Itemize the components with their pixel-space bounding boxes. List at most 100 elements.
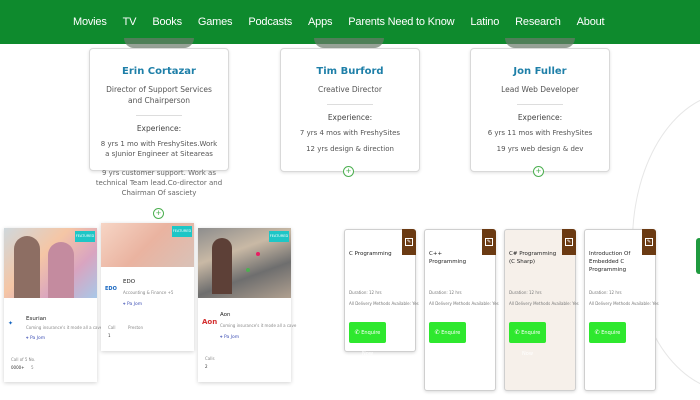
course-card-embedded-c[interactable]: ✎ Introduction Of Embedded C Programming…	[584, 229, 659, 391]
company-name: Aon	[220, 312, 231, 318]
location-label: Pa Jom	[29, 336, 46, 341]
nav-item-tv[interactable]: TV	[123, 16, 137, 28]
stat-value: 0000+	[11, 365, 25, 370]
nav-item-latino[interactable]: Latino	[470, 16, 499, 28]
person-figure	[14, 236, 40, 298]
insurance-card-aon[interactable]: FEATURED Aon Aon Coming insurance's it m…	[198, 228, 296, 382]
stat-value: 1	[108, 333, 111, 338]
card-image: FEATURED	[198, 228, 291, 298]
company-name: Esurian	[26, 316, 47, 322]
experience-line: 8 yrs 1 mo with FreshySites.Work a sJuni…	[100, 140, 218, 158]
company-description: Coming insurance's it mode all a cave +5	[26, 325, 110, 330]
experience-overflow-text: 9 yrs customer support. Work as technica…	[95, 169, 223, 197]
certificate-icon: ✎	[645, 238, 653, 246]
location-label: Pa Jom	[126, 302, 143, 307]
experience-line: 6 yrs 11 mos with FreshySites	[487, 129, 593, 137]
course-card-csharp[interactable]: ✎ C# Programming (C Sharp) Duration: 12 …	[504, 229, 579, 391]
course-card-c[interactable]: ✎ C Programming Duration: 12 hrs All Del…	[344, 229, 419, 357]
team-card-tim[interactable]: Tim Burford Creative Director Experience…	[280, 48, 420, 172]
company-description: Accounting & Finance +5	[123, 290, 174, 295]
team-member-title: Director of Support Services and Chairpe…	[106, 85, 212, 105]
team-member-name: Tim Burford	[316, 66, 384, 77]
expand-plus-icon[interactable]: +	[343, 166, 354, 177]
nav-item-movies[interactable]: Movies	[73, 16, 107, 28]
featured-badge: FEATURED	[269, 231, 289, 242]
team-member-title: Lead Web Developer	[501, 85, 579, 94]
nav-item-games[interactable]: Games	[198, 16, 233, 28]
course-tab: ✎	[482, 229, 496, 255]
course-delivery: All Delivery Methods Available: Yes	[349, 301, 419, 306]
course-card-cpp[interactable]: ✎ C++ Programming Duration: 12 hrs All D…	[424, 229, 499, 391]
enquire-label: Enquire Now	[521, 330, 541, 357]
divider	[517, 104, 563, 105]
enquire-label: Enquire Now	[361, 330, 381, 357]
insurance-card-edo[interactable]: FEATURED EDO EDO Accounting & Finance +5…	[101, 223, 194, 351]
location-pin[interactable]: ⌖ Pa Jom	[123, 301, 142, 307]
location-label: Pa Jom	[223, 335, 240, 340]
team-photo-jon	[505, 38, 575, 48]
company-logo: ✦	[8, 320, 14, 327]
nav-item-apps[interactable]: Apps	[308, 16, 332, 28]
expand-plus-icon[interactable]: +	[533, 166, 544, 177]
experience-label: Experience:	[136, 124, 182, 133]
enquire-now-button[interactable]: ✆ Enquire Now	[589, 322, 626, 357]
person-figure	[48, 242, 74, 298]
stat-label: Calls	[205, 356, 215, 361]
location-pin[interactable]: ⌖ Pa Jom	[26, 335, 45, 341]
company-name: EDO	[123, 279, 136, 285]
nav-item-about[interactable]: About	[577, 16, 605, 28]
team-card-erin[interactable]: Erin Cortazar Director of Support Servic…	[89, 48, 229, 171]
side-tab-handle[interactable]	[696, 238, 700, 274]
card-image: FEATURED	[101, 223, 194, 267]
page: Movies TV Books Games Podcasts Apps Pare…	[0, 0, 700, 400]
experience-label: Experience:	[327, 113, 373, 122]
course-duration: Duration: 12 hrs	[349, 290, 382, 295]
stat-value: 2	[205, 364, 208, 369]
course-tab: ✎	[402, 229, 416, 255]
climbing-hold	[246, 268, 250, 272]
team-member-name: Erin Cortazar	[122, 66, 196, 77]
experience-label: Experience:	[517, 113, 563, 122]
team-photo-tim	[314, 38, 384, 48]
course-delivery: All Delivery Methods Available: Yes	[589, 301, 659, 306]
course-title: Introduction Of Embedded C Programming	[589, 251, 631, 273]
company-logo: Aon	[202, 318, 218, 326]
expand-plus-icon[interactable]: +	[153, 208, 164, 219]
team-card-jon[interactable]: Jon Fuller Lead Web Developer Experience…	[470, 48, 610, 172]
person-figure	[212, 238, 232, 294]
divider	[136, 115, 182, 116]
experience-line: 12 yrs design & direction	[306, 145, 394, 153]
company-logo: EDO	[105, 286, 117, 292]
course-tab: ✎	[642, 229, 656, 255]
location-pin[interactable]: ⌖ Pa Jom	[220, 334, 239, 340]
featured-badge: FEATURED	[172, 226, 192, 237]
insurance-card-esurance[interactable]: FEATURED ✦ Esurian Coming insurance's it…	[4, 228, 110, 382]
stat-secondary: Preston	[128, 325, 143, 330]
climbing-hold	[256, 252, 260, 256]
team-member-title: Creative Director	[318, 85, 382, 94]
course-duration: Duration: 12 hrs	[429, 290, 462, 295]
company-description: Coming insurance's it mode all a cave	[220, 323, 297, 328]
featured-badge: FEATURED	[75, 231, 95, 242]
course-delivery: All Delivery Methods Available: Yes	[509, 301, 579, 306]
course-duration: Duration: 12 hrs	[589, 290, 622, 295]
enquire-now-button[interactable]: ✆ Enquire Now	[349, 322, 386, 357]
course-title: C++ Programming	[429, 251, 467, 265]
nav-item-podcasts[interactable]: Podcasts	[248, 16, 292, 28]
nav-item-books[interactable]: Books	[152, 16, 182, 28]
nav-item-parents-need-to-know[interactable]: Parents Need to Know	[348, 16, 454, 28]
stat-label: Call of 5 No.	[11, 357, 36, 362]
team-photo-erin	[124, 38, 194, 48]
enquire-now-button[interactable]: ✆ Enquire Now	[429, 322, 466, 357]
course-title: C Programming	[349, 251, 392, 257]
experience-line: 19 yrs web design & dev	[496, 145, 584, 153]
stat-secondary: 5	[31, 365, 34, 370]
enquire-now-button[interactable]: ✆ Enquire Now	[509, 322, 546, 357]
experience-line: 7 yrs 4 mos with FreshySites	[299, 129, 401, 137]
enquire-label: Enquire Now	[601, 330, 621, 357]
nav-item-research[interactable]: Research	[515, 16, 561, 28]
course-duration: Duration: 12 hrs	[509, 290, 542, 295]
team-member-name: Jon Fuller	[513, 66, 567, 77]
enquire-label: Enquire Now	[441, 330, 461, 357]
course-tab: ✎	[562, 229, 576, 255]
